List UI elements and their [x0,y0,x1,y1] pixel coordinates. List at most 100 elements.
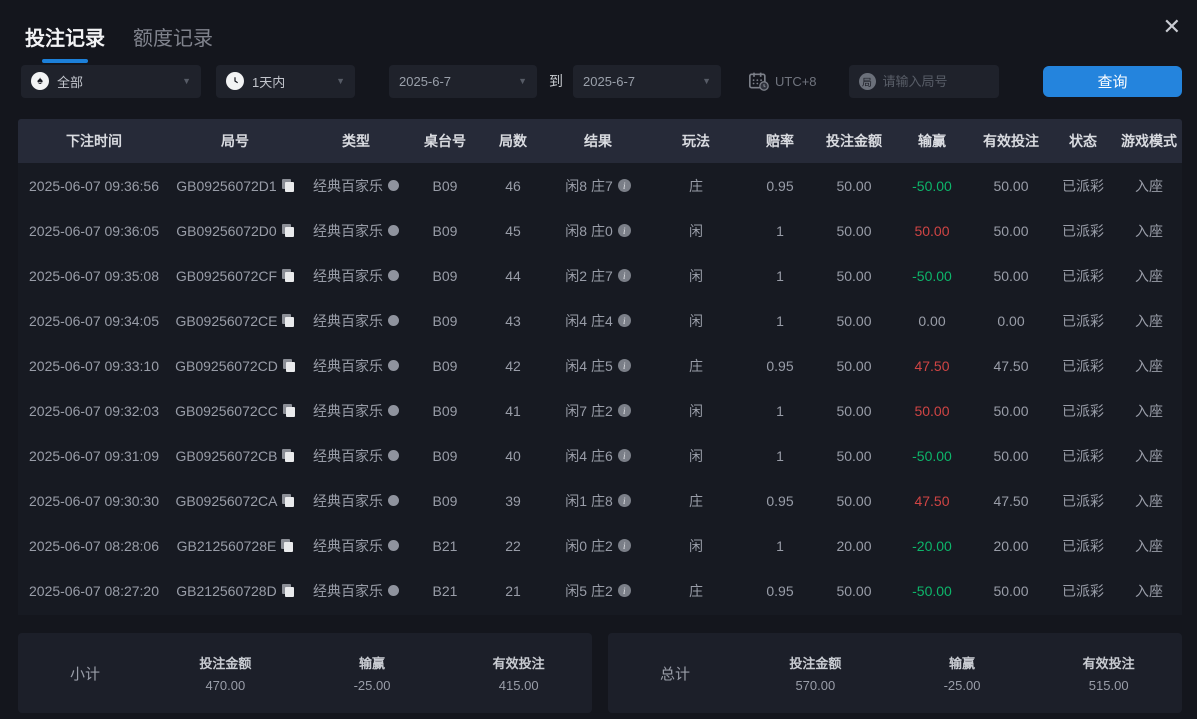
cell-table-no: B09 [432,492,458,509]
cell-bet-time: 2025-06-07 08:28:06 [29,537,159,554]
cell-play: 闲 [689,267,703,284]
time-range-dropdown[interactable]: 1天内 ▼ [216,64,355,98]
column-header: 游戏模式 [1121,133,1177,149]
summary-stat: 投注金额 570.00 [789,656,842,693]
column-header: 结果 [584,133,612,149]
cell-bet-time: 2025-06-07 09:36:56 [29,177,159,194]
cell-game-mode: 入座 [1135,447,1163,464]
cell-game-no: GB09256072CE [170,313,300,329]
cell-game-mode: 入座 [1135,402,1163,419]
copy-icon[interactable] [282,404,295,417]
round-search-field[interactable]: 局 [848,64,999,98]
table-body: 2025-06-07 09:36:56 GB09256072D1 经典百家乐 B… [18,163,1182,615]
copy-icon[interactable] [281,179,294,192]
column-header: 局号 [221,133,249,149]
column-header: 下注时间 [66,133,122,149]
total-title: 总计 [659,665,690,683]
cell-round: 39 [505,492,521,509]
summary-stat: 输赢 -25.00 [353,656,391,693]
cell-status: 已派彩 [1062,402,1104,419]
copy-icon[interactable] [282,314,295,327]
info-icon[interactable]: i [617,449,631,462]
copy-icon[interactable] [282,494,295,507]
cell-table-no: B09 [432,222,458,239]
copy-icon[interactable] [282,449,295,462]
cell-bet-time: 2025-06-07 08:27:20 [29,582,159,599]
table-row: 2025-06-07 09:30:30 GB09256072CA 经典百家乐 B… [18,478,1182,523]
cell-status: 已派彩 [1062,537,1104,554]
table-row: 2025-06-07 09:36:05 GB09256072D0 经典百家乐 B… [18,208,1182,253]
chevron-down-icon: ▼ [702,76,711,86]
cell-odds: 0.95 [766,357,794,374]
game-type-dropdown[interactable]: ♠ 全部 ▼ [21,64,201,98]
cell-status: 已派彩 [1062,267,1104,284]
cell-win-loss: -50.00 [912,177,952,194]
date-from-picker[interactable]: 2025-6-7 ▼ [389,64,537,98]
info-icon[interactable]: i [617,359,631,372]
copy-icon[interactable] [282,269,295,282]
tab-bet-records[interactable]: 投注记录 [25,22,105,63]
copy-icon[interactable] [281,539,294,552]
cell-game-no: GB09256072CC [170,403,300,419]
bet-records-table: 下注时间 局号 类型 桌台号 局数 结果 玩法 赔率 投注金额 输赢 有效投注 状态 游戏模式 2025… [18,119,1182,615]
query-button[interactable]: 查询 [1043,65,1182,97]
cell-game-no: GB09256072CF [170,268,300,284]
cell-odds: 0.95 [766,177,794,194]
replay-dot-icon[interactable] [388,585,399,596]
cell-table-no: B09 [432,312,458,329]
info-icon[interactable]: i [617,584,631,597]
replay-dot-icon[interactable] [388,495,399,506]
cell-odds: 1 [776,312,784,329]
cell-round: 42 [505,357,521,374]
close-icon[interactable]: ✕ [1159,12,1185,42]
cell-amount: 50.00 [836,357,872,374]
summary-bar: 小计 投注金额 470.00 输赢 -25.00 有效投注 415.00 总计 … [18,633,1182,713]
summary-stat: 有效投注 515.00 [1082,656,1135,693]
cell-round: 41 [505,402,521,419]
cell-game-mode: 入座 [1135,222,1163,239]
cell-win-loss: 47.50 [914,357,950,374]
replay-dot-icon[interactable] [388,540,399,551]
cell-status: 已派彩 [1062,177,1104,194]
table-row: 2025-06-07 09:34:05 GB09256072CE 经典百家乐 B… [18,298,1182,343]
info-icon[interactable]: i [617,224,631,237]
copy-icon[interactable] [281,224,294,237]
replay-dot-icon[interactable] [388,225,399,236]
replay-dot-icon[interactable] [388,450,399,461]
round-search-input[interactable] [882,73,989,89]
cell-bet-time: 2025-06-07 09:35:08 [29,267,159,284]
cell-round: 43 [505,312,521,329]
info-icon[interactable]: i [617,404,631,417]
cell-bet-time: 2025-06-07 09:31:09 [29,447,159,464]
replay-dot-icon[interactable] [388,180,399,191]
cell-result: 闲1 庄8 i [548,491,648,511]
info-icon[interactable]: i [617,269,631,282]
subtotal-panel: 小计 投注金额 470.00 输赢 -25.00 有效投注 415.00 [18,633,592,713]
cell-play: 庄 [689,177,703,194]
tab-quota-records[interactable]: 额度记录 [133,22,213,63]
info-icon[interactable]: i [617,314,631,327]
info-icon[interactable]: i [617,539,631,552]
replay-dot-icon[interactable] [388,360,399,371]
cell-valid-bet: 50.00 [993,177,1029,194]
table-row: 2025-06-07 09:36:56 GB09256072D1 经典百家乐 B… [18,163,1182,208]
tabbar: 投注记录 额度记录 [0,0,1197,62]
timezone-selector[interactable]: UTC+8 [748,71,817,91]
to-label: 到 [549,73,563,89]
copy-icon[interactable] [281,584,294,597]
info-icon[interactable]: i [617,179,631,192]
cell-result: 闲5 庄2 i [548,581,648,601]
cell-win-loss: -20.00 [912,537,952,554]
replay-dot-icon[interactable] [388,315,399,326]
date-to-picker[interactable]: 2025-6-7 ▼ [573,64,721,98]
column-header: 状态 [1069,133,1097,149]
cell-game-mode: 入座 [1135,177,1163,194]
cell-odds: 0.95 [766,582,794,599]
replay-dot-icon[interactable] [388,405,399,416]
table-row: 2025-06-07 09:35:08 GB09256072CF 经典百家乐 B… [18,253,1182,298]
replay-dot-icon[interactable] [388,270,399,281]
cell-game-no: GB09256072D1 [170,178,300,194]
info-icon[interactable]: i [617,494,631,507]
cell-play: 庄 [689,582,703,599]
copy-icon[interactable] [282,359,295,372]
